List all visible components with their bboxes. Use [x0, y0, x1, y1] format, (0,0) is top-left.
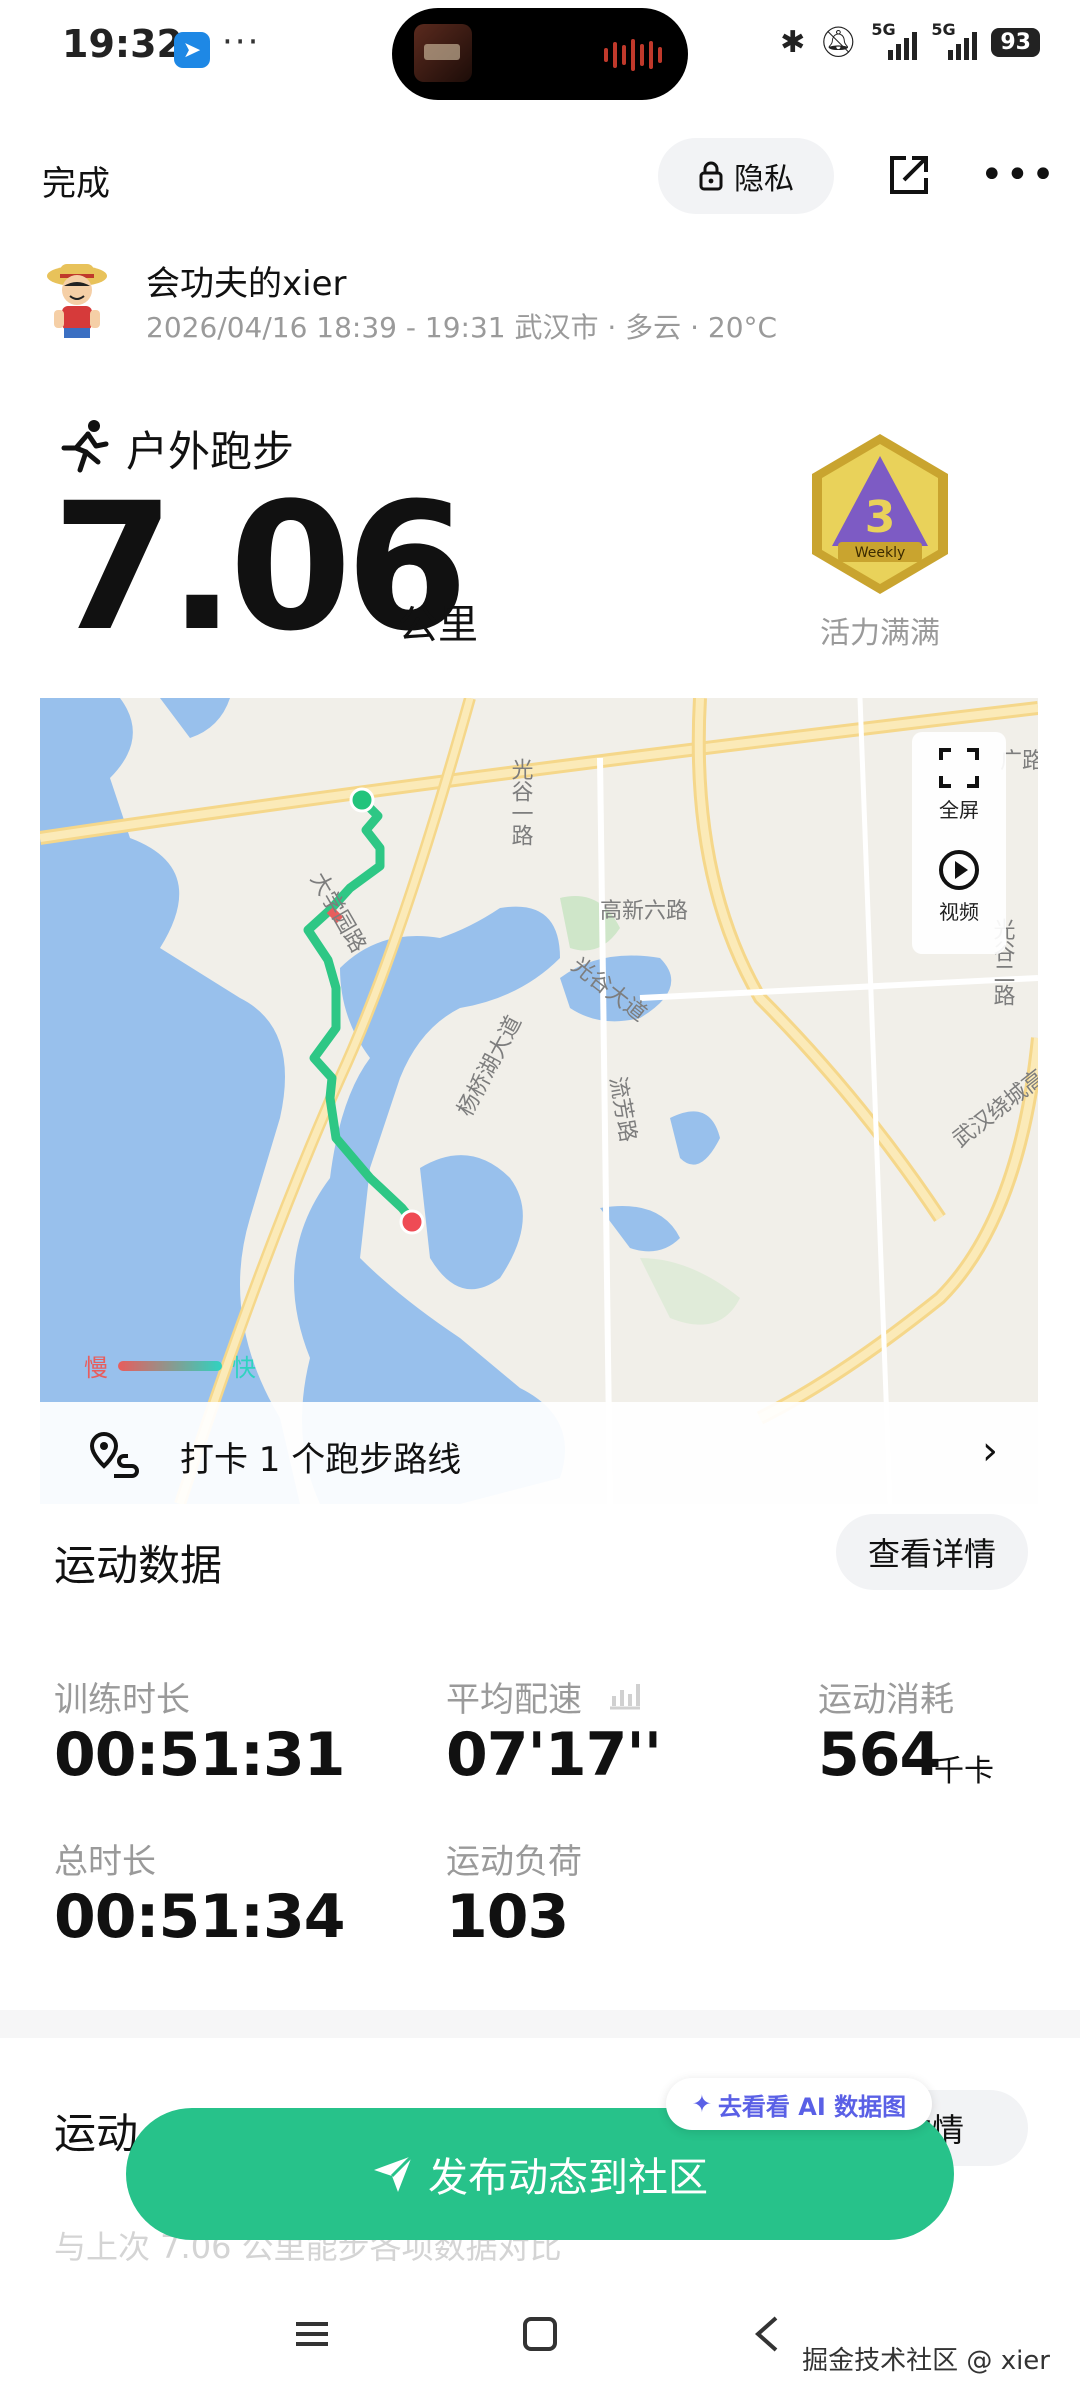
map-canvas: 光谷一路 大学园路 高新六路 光谷大道 流芳路 杨桥湖大道 武汉绕城高 光谷二路…: [40, 698, 1038, 1504]
user-name[interactable]: 会功夫的xier: [146, 256, 346, 305]
section-title-second: 运动: [54, 2109, 139, 2158]
status-bar: 19:32 ➤ ··· ✱ 🔕︎ 5G 5G 93: [0, 0, 1080, 100]
stat-label: 平均配速: [446, 1680, 582, 1720]
checkin-text: 打卡 1 个跑步路线: [180, 1440, 462, 1480]
audio-wave-icon: [604, 38, 662, 72]
activity-meta: 2026/04/16 18:39 - 19:31 武汉市 · 多云 · 20°C: [146, 311, 778, 344]
checkin-route-row[interactable]: 打卡 1 个跑步路线 ›: [40, 1402, 1038, 1504]
menu-icon[interactable]: [292, 2314, 332, 2354]
battery-indicator: 93: [991, 27, 1040, 57]
stat-label: 训练时长: [54, 1680, 190, 1720]
fullscreen-label: 全屏: [939, 798, 979, 822]
signal-icon-2: 5G: [931, 20, 978, 60]
signal-icon: 5G: [871, 20, 918, 60]
publish-label: 发布动态到社区: [428, 2155, 708, 2201]
section-title-stats: 运动数据: [54, 1541, 223, 1590]
bluetooth-icon: ✱: [780, 24, 806, 60]
video-button[interactable]: 视频: [912, 848, 1006, 925]
section-divider: [0, 2010, 1080, 2038]
more-options-icon[interactable]: •••: [980, 152, 1057, 198]
road-label: 光谷一路: [508, 758, 534, 846]
home-icon[interactable]: [520, 2314, 560, 2354]
status-time: 19:32: [62, 22, 183, 66]
stat-value: 564: [818, 1720, 941, 1790]
privacy-label: 隐私: [734, 162, 794, 197]
privacy-button[interactable]: 隐私: [658, 138, 834, 214]
stat-label: 总时长: [54, 1842, 156, 1882]
map-tools-panel: 全屏 视频: [912, 732, 1006, 954]
pace-trend-icon[interactable]: [608, 1678, 642, 1710]
svg-text:Weekly: Weekly: [855, 545, 906, 561]
share-icon[interactable]: [886, 152, 932, 198]
send-icon: [374, 2154, 414, 2192]
ai-chart-chip[interactable]: ✦ 去看看 AI 数据图: [666, 2078, 932, 2130]
stat-value: 00:51:34: [54, 1882, 345, 1952]
sparkle-icon: ✦: [691, 2090, 712, 2118]
dynamic-island[interactable]: [392, 8, 688, 100]
view-details-button[interactable]: 查看详情: [836, 1514, 1028, 1590]
route-pin-icon: [89, 1431, 139, 1478]
badge-label: 活力满满: [820, 616, 940, 651]
stat-value: 103: [446, 1882, 569, 1952]
stat-value: 00:51:31: [54, 1720, 345, 1790]
weekly-badge-icon[interactable]: 3 Weekly: [804, 430, 956, 598]
avatar[interactable]: [42, 256, 112, 340]
media-thumbnail: [414, 24, 472, 82]
stat-label: 运动负荷: [446, 1842, 582, 1882]
video-label: 视频: [939, 900, 979, 924]
stat-unit: 千卡: [934, 1754, 994, 1789]
stat-label: 运动消耗: [818, 1680, 954, 1720]
fullscreen-icon: [939, 748, 979, 788]
done-button[interactable]: 完成: [42, 156, 110, 205]
pace-legend: 慢 快: [84, 1348, 256, 1383]
mute-icon: 🔕︎: [819, 24, 858, 60]
chevron-right-icon: ›: [982, 1428, 998, 1474]
watermark: 掘金技术社区 @ xier: [802, 2346, 1050, 2376]
legend-fast: 快: [232, 1354, 256, 1382]
route-map[interactable]: 光谷一路 大学园路 高新六路 光谷大道 流芳路 杨桥湖大道 武汉绕城高 光谷二路…: [40, 698, 1038, 1504]
distance-unit: 公里: [398, 602, 478, 648]
play-icon: [939, 850, 979, 890]
app-notification-icon: ➤: [174, 32, 210, 68]
fullscreen-button[interactable]: 全屏: [912, 746, 1006, 823]
lock-icon: [699, 161, 723, 191]
pace-gradient-bar: [118, 1360, 222, 1371]
legend-slow: 慢: [84, 1354, 108, 1382]
svg-text:3: 3: [865, 492, 896, 543]
status-more-icon: ···: [222, 22, 261, 62]
road-label: 高新六路: [600, 899, 688, 924]
top-toolbar: 完成 隐私 •••: [0, 132, 1080, 222]
back-icon[interactable]: [748, 2314, 788, 2354]
stat-value: 07'17'': [446, 1720, 662, 1790]
ai-chip-label: 去看看 AI 数据图: [717, 2092, 907, 2121]
status-icons: ✱ 🔕︎ 5G 5G 93: [780, 20, 1040, 60]
